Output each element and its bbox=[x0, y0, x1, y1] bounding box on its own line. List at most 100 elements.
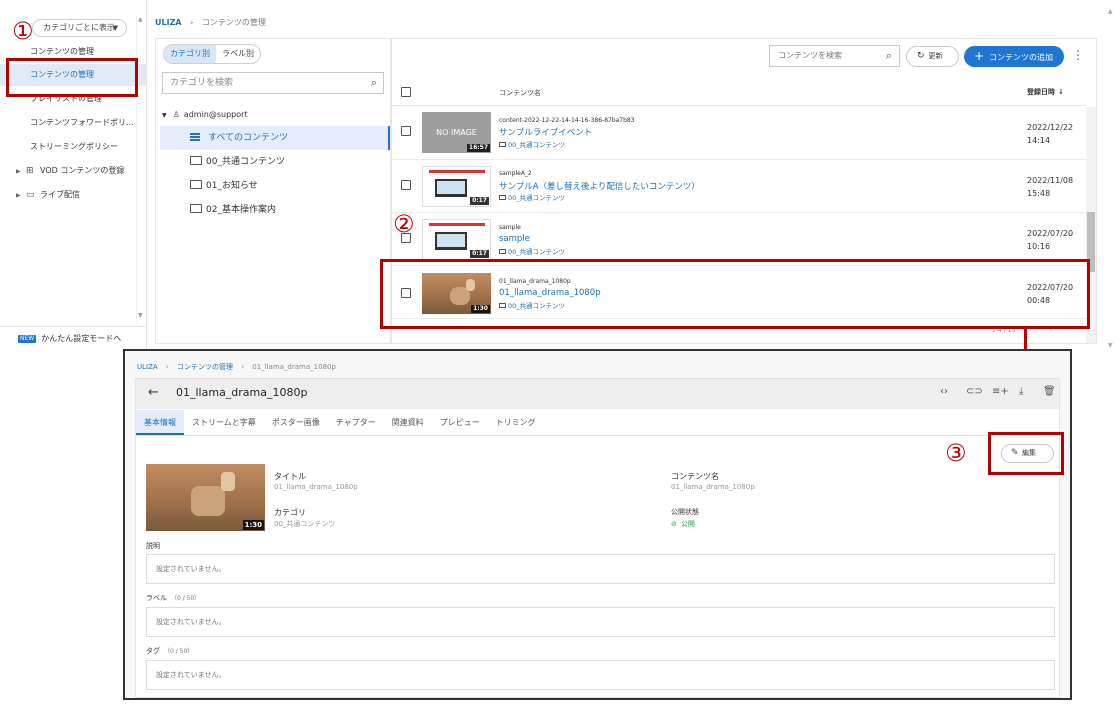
tree-item-category[interactable]: 02_基本操作案内 bbox=[160, 198, 390, 222]
tab-basic-info[interactable]: 基本情報 bbox=[136, 410, 184, 435]
field-title-label: タイトル bbox=[274, 472, 306, 481]
content-date: 2022/07/20 10:16 bbox=[1027, 229, 1074, 251]
content-id: sample bbox=[499, 224, 521, 231]
detail-card: ← 01_llama_drama_1080p ‹› ⊂⊃ ≡+ ⤓ 🗑 基本情報… bbox=[135, 378, 1060, 698]
sidebar-group-live[interactable]: ▶ ▭ ライブ配信 bbox=[0, 184, 146, 206]
marker-3: ③ bbox=[945, 439, 967, 467]
tree-root-user[interactable]: ▼ ♙ admin@support bbox=[162, 108, 248, 123]
link-icon[interactable]: ⊂⊃ bbox=[966, 386, 983, 397]
column-header-date[interactable]: 登録日時 ↓ bbox=[1027, 87, 1064, 97]
tree-item-all-content[interactable]: すべてのコンテンツ bbox=[160, 126, 390, 150]
add-content-button[interactable]: + コンテンツの追加 bbox=[964, 46, 1064, 67]
playlist-add-icon[interactable]: ≡+ bbox=[992, 386, 1009, 397]
refresh-button[interactable]: ↻ 更新 bbox=[906, 46, 959, 67]
tab-streams[interactable]: ストリームと字幕 bbox=[184, 410, 264, 435]
back-arrow-icon[interactable]: ← bbox=[148, 385, 159, 400]
category-search-input[interactable]: カテゴリを検索 ⌕ bbox=[162, 72, 384, 94]
highlight-box-2 bbox=[380, 259, 1090, 329]
content-title-link[interactable]: サンプルA（差し替え後より配信したいコンテンツ） bbox=[499, 180, 700, 192]
expand-icon: ▶ bbox=[16, 192, 21, 199]
video-camera-icon: ▭ bbox=[26, 190, 35, 200]
trash-icon[interactable]: 🗑 bbox=[1043, 386, 1056, 397]
highlight-box-1 bbox=[6, 58, 138, 97]
folder-icon bbox=[190, 156, 202, 165]
expand-icon: ▶ bbox=[16, 168, 21, 175]
tag-field: 設定されていません。 bbox=[146, 660, 1055, 690]
column-header-name: コンテンツ名 bbox=[499, 89, 541, 97]
detail-breadcrumb: ULIZA › コンテンツの管理 › 01_llama_drama_1080p bbox=[137, 363, 336, 371]
search-icon[interactable]: ⌕ bbox=[371, 73, 377, 93]
content-search-input[interactable]: コンテンツを検索 ⌕ bbox=[769, 45, 900, 67]
detail-thumbnail: 1:30 bbox=[146, 464, 265, 531]
label-field: 設定されていません。 bbox=[146, 607, 1055, 637]
row-checkbox[interactable] bbox=[401, 180, 411, 190]
tab-by-label[interactable]: ラベル別 bbox=[216, 45, 260, 63]
download-icon[interactable]: ⤓ bbox=[1019, 386, 1023, 397]
scroll-down-icon[interactable]: ▼ bbox=[138, 312, 143, 319]
new-badge: NEW bbox=[18, 335, 37, 343]
content-date: 2022/12/22 14:14 bbox=[1027, 123, 1074, 145]
folder-icon bbox=[499, 249, 506, 254]
category-tab-group: カテゴリ別 ラベル別 bbox=[163, 44, 261, 64]
caret-down-icon: ▼ bbox=[112, 24, 118, 32]
content-thumbnail: NO IMAGE 16:57 bbox=[422, 112, 491, 153]
detail-title: 01_llama_drama_1080p bbox=[176, 386, 308, 399]
description-label: 説明 bbox=[146, 542, 160, 550]
row-checkbox[interactable] bbox=[401, 126, 411, 136]
tree-item-category[interactable]: 00_共通コンテンツ bbox=[160, 150, 390, 174]
plus-icon: + bbox=[974, 49, 985, 63]
content-category-link[interactable]: 00_共通コンテンツ bbox=[499, 192, 565, 202]
table-row[interactable] bbox=[392, 160, 1086, 213]
breadcrumb-content-link[interactable]: コンテンツの管理 bbox=[177, 363, 233, 371]
content-category-link[interactable]: 00_共通コンテンツ bbox=[499, 139, 565, 149]
table-header bbox=[392, 78, 1086, 106]
tab-chapters[interactable]: チャプター bbox=[328, 410, 384, 435]
sidebar-group-vod[interactable]: ▶ ⊞ VOD コンテンツの登録 bbox=[0, 160, 146, 182]
select-all-checkbox[interactable] bbox=[401, 87, 411, 97]
page-scrollbar[interactable]: ▲ ▼ bbox=[1107, 8, 1117, 353]
folder-icon bbox=[190, 204, 202, 213]
breadcrumb-root-link[interactable]: ULIZA bbox=[155, 18, 182, 27]
folder-icon bbox=[190, 180, 202, 189]
search-icon[interactable]: ⌕ bbox=[886, 46, 892, 66]
content-title-link[interactable]: sample bbox=[499, 234, 530, 244]
scroll-down-icon[interactable]: ▼ bbox=[1108, 342, 1113, 349]
tag-field-label: タグ （0 / 50） bbox=[146, 647, 194, 655]
table-row[interactable] bbox=[392, 107, 1086, 160]
marker-2: ② bbox=[393, 210, 415, 238]
scroll-up-icon[interactable]: ▲ bbox=[138, 16, 143, 23]
refresh-icon: ↻ bbox=[917, 51, 925, 61]
content-date: 2022/11/08 15:48 bbox=[1027, 176, 1074, 198]
easy-mode-link[interactable]: NEW かんたん設定モードへ bbox=[0, 326, 147, 350]
breadcrumb-root-link[interactable]: ULIZA bbox=[137, 363, 158, 371]
content-thumbnail: 0:17 bbox=[422, 166, 491, 207]
collapse-icon[interactable]: ▼ bbox=[162, 112, 167, 119]
label-field-label: ラベル （0 / 50） bbox=[146, 594, 201, 602]
list-icon bbox=[190, 132, 200, 141]
breadcrumb: ULIZA › コンテンツの管理 bbox=[155, 18, 266, 27]
more-menu-icon[interactable]: ⋮ bbox=[1072, 48, 1084, 62]
marker-1: ① bbox=[12, 17, 34, 45]
tab-materials[interactable]: 関連資料 bbox=[384, 410, 432, 435]
content-category-link[interactable]: 00_共通コンテンツ bbox=[499, 246, 565, 256]
detail-tabs: 基本情報 ストリームと字幕 ポスター画像 チャプター 関連資料 プレビュー トリ… bbox=[136, 410, 1059, 436]
view-mode-select[interactable]: カテゴリごとに表示 ▼ bbox=[32, 19, 127, 37]
tab-poster[interactable]: ポスター画像 bbox=[264, 410, 328, 435]
content-id: content-2022-12-22-14-14-16-386-87ba7b83 bbox=[499, 117, 635, 124]
embed-code-icon[interactable]: ‹› bbox=[940, 386, 948, 397]
tab-trimming[interactable]: トリミング bbox=[488, 410, 544, 435]
person-icon: ♙ bbox=[172, 110, 180, 119]
description-field: 設定されていません。 bbox=[146, 554, 1055, 584]
field-name-label: コンテンツ名 bbox=[671, 472, 719, 481]
sort-arrow-icon[interactable]: ↓ bbox=[1058, 88, 1064, 96]
field-name-value: 01_llama_drama_1080p bbox=[671, 483, 755, 491]
sidebar-item-forward-policy[interactable]: コンテンツフォワードポリ... bbox=[0, 112, 146, 134]
content-title-link[interactable]: サンプルライブイベント bbox=[499, 126, 592, 138]
add-box-icon: ⊞ bbox=[26, 166, 34, 176]
field-category-label: カテゴリ bbox=[274, 508, 306, 517]
tab-by-category[interactable]: カテゴリ別 bbox=[164, 45, 216, 63]
scroll-up-icon[interactable]: ▲ bbox=[1108, 8, 1113, 15]
tab-preview[interactable]: プレビュー bbox=[432, 410, 488, 435]
tree-item-category[interactable]: 01_お知らせ bbox=[160, 174, 390, 198]
sidebar-item-streaming-policy[interactable]: ストリーミングポリシー bbox=[0, 136, 146, 158]
